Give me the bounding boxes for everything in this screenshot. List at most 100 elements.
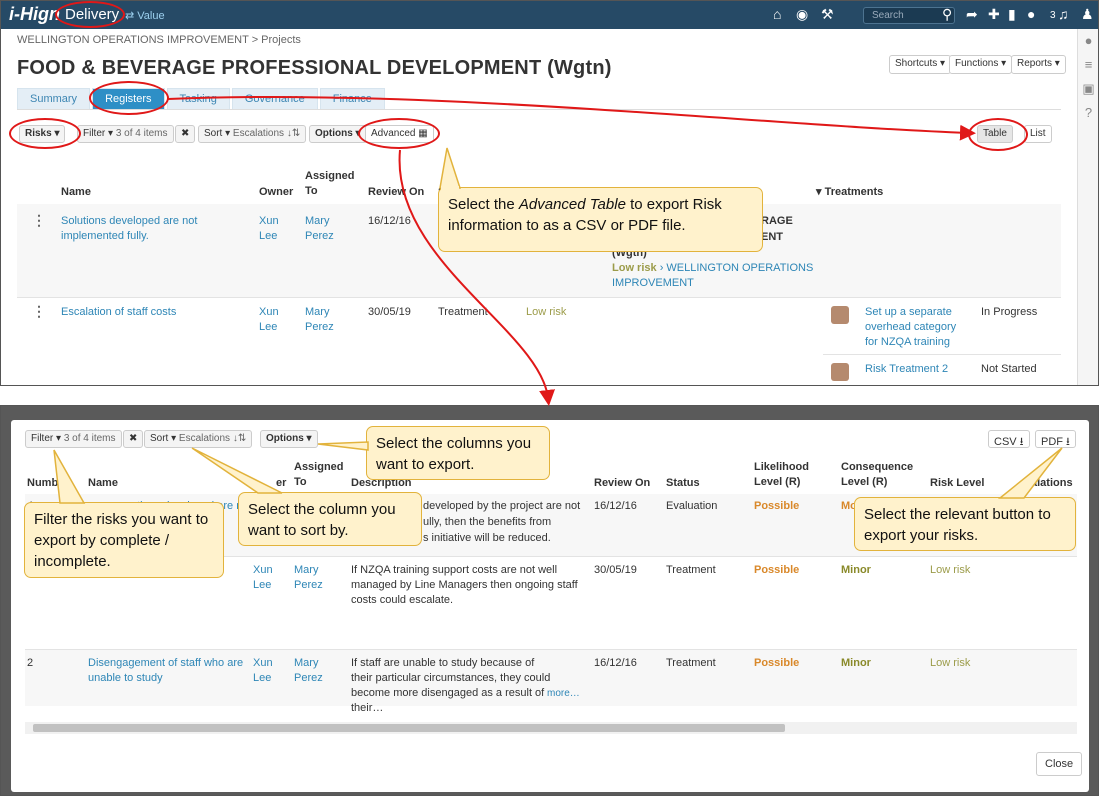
tools-icon[interactable]: ⚒ <box>821 6 834 23</box>
app-logo[interactable]: i-Hign <box>9 4 60 25</box>
callout-text: Select the <box>448 196 519 213</box>
treatment-link[interactable]: Set up a separate overhead category for … <box>865 305 965 350</box>
add-icon[interactable]: ✚ <box>988 6 1000 23</box>
pdf-export-button[interactable]: PDF ⭳ <box>1035 430 1076 448</box>
highlight-advanced <box>358 118 440 149</box>
owner-link[interactable]: Xun Lee <box>253 656 283 686</box>
col-review[interactable]: Review On <box>368 185 424 200</box>
risk-name-link[interactable]: Escalation of staff costs <box>61 305 176 320</box>
col-name[interactable]: Name <box>61 185 91 200</box>
functions-button[interactable]: Functions ▾ <box>949 55 1013 74</box>
review-date: 16/12/16 <box>594 500 637 512</box>
breadcrumb[interactable]: WELLINGTON OPERATIONS IMPROVEMENT > Proj… <box>17 34 301 46</box>
comment-icon[interactable]: ● <box>1078 29 1098 53</box>
page-title: FOOD & BEVERAGE PROFESSIONAL DEVELOPMENT… <box>17 57 612 79</box>
owner-link[interactable]: Xun Lee <box>259 214 289 244</box>
lock-icon[interactable]: ▣ <box>1078 77 1098 101</box>
clear-filter-button[interactable]: ✖ <box>175 125 196 143</box>
consequence-value: Minor <box>841 657 871 669</box>
filter-button[interactable]: Filter ▾ 3 of 4 items <box>77 125 174 143</box>
col-consequence[interactable]: Consequence Level (R) <box>841 460 921 490</box>
col-likelihood[interactable]: Likelihood Level (R) <box>754 460 824 490</box>
filter-button[interactable]: Filter ▾ 3 of 4 items <box>25 430 122 448</box>
reports-button[interactable]: Reports ▾ <box>1011 55 1066 74</box>
globe-icon[interactable]: ◉ <box>796 6 808 23</box>
assigned-link[interactable]: Mary Perez <box>294 563 334 593</box>
callout-columns: Select the columns you want to export. <box>366 426 550 480</box>
col-status[interactable]: Status <box>666 476 700 491</box>
search-icon[interactable]: ⚲ <box>942 6 952 23</box>
col-risk-level[interactable]: Risk Level <box>930 476 984 491</box>
chat-icon[interactable]: ● <box>1027 6 1035 22</box>
risk-name-link[interactable]: Solutions developed are not implemented … <box>61 214 241 244</box>
risk-level: Low risk <box>612 262 657 274</box>
status-text: Evaluation <box>666 500 718 512</box>
status-text: Treatment <box>666 564 716 576</box>
tab-governance[interactable]: Governance <box>231 88 318 110</box>
assigned-link[interactable]: Mary Perez <box>305 305 345 335</box>
clear-filter-button[interactable]: ✖ <box>123 430 144 448</box>
review-date: 16/12/16 <box>594 657 637 669</box>
col-assigned[interactable]: Assigned To <box>305 169 361 199</box>
status-text: Treatment <box>438 306 488 318</box>
avatar <box>831 363 849 381</box>
col-owner[interactable]: er <box>276 476 286 491</box>
risk-name-link[interactable]: Disengagement of staff who are unable to… <box>88 656 248 686</box>
sort-field: Escalations ↓⇅ <box>178 433 247 444</box>
help-icon[interactable]: ? <box>1078 101 1098 125</box>
close-button[interactable]: Close <box>1036 752 1083 776</box>
shortcuts-button[interactable]: Shortcuts ▾ <box>889 55 952 74</box>
sort-button[interactable]: Sort ▾ Escalations ↓⇅ <box>144 430 253 448</box>
sort-button[interactable]: Sort ▾ Escalations ↓⇅ <box>198 125 307 143</box>
treatment-link[interactable]: Risk Treatment 2 <box>865 362 948 377</box>
parent-fragment: RAGE <box>761 215 793 227</box>
col-assigned[interactable]: Assigned To <box>294 460 350 490</box>
owner-link[interactable]: Xun Lee <box>253 563 283 593</box>
filter-label: Filter ▾ <box>31 433 62 444</box>
col-name[interactable]: Name <box>88 476 118 491</box>
col-review[interactable]: Review On <box>594 476 650 491</box>
callout-emphasis: Advanced Table <box>518 196 626 213</box>
assigned-link[interactable]: Mary Perez <box>294 656 334 686</box>
review-date: 16/12/16 <box>368 215 411 227</box>
top-navbar: i-Hign Delivery ⇄ Value ⌂ ◉ ⚒ Search ⚲ ➦… <box>1 1 1077 29</box>
bookmark-icon[interactable]: ▮ <box>1008 6 1016 23</box>
value-switch[interactable]: ⇄ Value <box>125 9 165 22</box>
callout-filter: Filter the risks you want to export by c… <box>24 502 224 578</box>
owner-link[interactable]: Xun Lee <box>259 305 289 335</box>
csv-export-button[interactable]: CSV ⭳ <box>988 430 1030 448</box>
sort-label: Sort ▾ <box>150 433 177 444</box>
notification-count: 3 <box>1050 10 1056 21</box>
risk-parent: Low risk › WELLINGTON OPERATIONS IMPROVE… <box>612 261 827 291</box>
highlight-registers <box>89 81 169 115</box>
col-number[interactable]: Numb <box>27 476 58 491</box>
bell-icon[interactable]: ♫ <box>1058 6 1069 22</box>
more-link[interactable]: more… <box>547 686 580 701</box>
tab-finance[interactable]: Finance <box>319 88 385 110</box>
list-icon[interactable]: ≡ <box>1078 53 1098 77</box>
callout-export: Select the relevant button to export you… <box>854 497 1076 551</box>
assigned-link[interactable]: Mary Perez <box>305 214 345 244</box>
description-text: If NZQA training support costs are not w… <box>351 564 578 606</box>
tab-summary[interactable]: Summary <box>17 88 91 110</box>
col-escalations[interactable]: alations <box>1031 476 1073 491</box>
col-treatments[interactable]: ▾ Treatments <box>816 185 883 200</box>
home-icon[interactable]: ⌂ <box>773 6 781 22</box>
status-text: Treatment <box>666 657 716 669</box>
share-icon[interactable]: ➦ <box>966 6 978 23</box>
options-button[interactable]: Options ▾ <box>260 430 318 448</box>
row-menu-icon[interactable]: ⋮ <box>32 212 46 229</box>
filter-count: 3 of 4 items <box>115 128 168 139</box>
navbar-edge: ♟ <box>1077 1 1098 29</box>
row-menu-icon[interactable]: ⋮ <box>32 303 46 320</box>
callout-sort: Select the column you want to sort by. <box>238 492 422 546</box>
list-view-button[interactable]: List <box>1024 125 1052 143</box>
tab-tasking[interactable]: Tasking <box>166 88 230 110</box>
description-text: developed by the project are not <box>423 500 581 512</box>
risk-level: Low risk <box>930 564 971 576</box>
col-owner[interactable]: Owner <box>259 185 293 200</box>
scrollbar-thumb[interactable] <box>33 724 785 732</box>
callout-advanced-table: Select the Advanced Table to export Risk… <box>438 187 763 252</box>
likelihood-value: Possible <box>754 500 800 512</box>
user-icon[interactable]: ♟ <box>1081 6 1094 23</box>
